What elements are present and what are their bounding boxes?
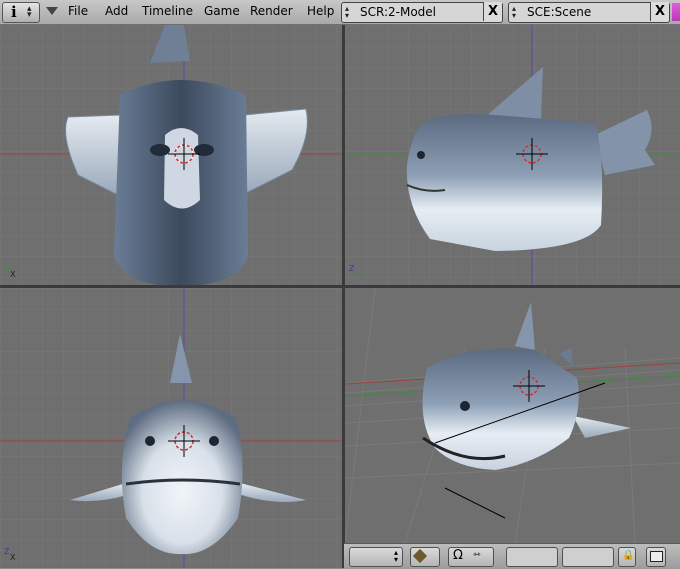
screen-name[interactable]: SCR:2-Model: [360, 5, 436, 19]
info-window-button[interactable]: i ▴ ▾: [2, 2, 40, 23]
blender-logo-icon: [672, 3, 680, 21]
pivot-icon: Ω: [453, 548, 463, 563]
3d-view-header: ▴ ▾ Ω ⇿ 🔒: [344, 543, 680, 569]
layer-buttons-group-1[interactable]: [506, 547, 558, 567]
front-view-viewport[interactable]: Z X: [0, 288, 342, 568]
top-view-viewport[interactable]: Y X: [0, 25, 342, 285]
lock-layers-button[interactable]: 🔒: [618, 547, 636, 567]
updown-arrow-icon: ▴ ▾: [27, 4, 32, 20]
updown-arrow-icon[interactable]: ▴ ▾: [345, 5, 349, 20]
updown-arrow-icon[interactable]: ▴ ▾: [512, 5, 516, 20]
menu-game[interactable]: Game: [204, 4, 240, 18]
pivot-dropdown[interactable]: Ω ⇿: [448, 547, 494, 567]
screen-selector[interactable]: ▴ ▾ SCR:2-Model X: [341, 2, 503, 23]
side-view-viewport[interactable]: Z Y: [345, 25, 680, 285]
axis-x-label: X: [10, 553, 16, 562]
solid-draw-icon: [412, 548, 428, 564]
scene-name[interactable]: SCE:Scene: [527, 5, 591, 19]
view-mode-dropdown[interactable]: ▴ ▾: [349, 547, 403, 567]
layer-buttons-group-2[interactable]: [562, 547, 614, 567]
draw-type-dropdown[interactable]: [410, 547, 440, 567]
updown-arrow-icon: ▴ ▾: [393, 548, 398, 564]
menu-file[interactable]: File: [68, 4, 88, 18]
menu-timeline[interactable]: Timeline: [142, 4, 193, 18]
menu-add[interactable]: Add: [105, 4, 128, 18]
axis-y-label: Y: [3, 264, 9, 273]
axis-y-label: Y: [354, 270, 360, 279]
menu-render[interactable]: Render: [250, 4, 293, 18]
scene-selector[interactable]: ▴ ▾ SCE:Scene X: [508, 2, 670, 23]
delete-screen-button[interactable]: X: [483, 2, 502, 21]
collapse-menu-triangle-icon[interactable]: [46, 7, 58, 15]
image-icon: [650, 551, 663, 562]
axis-x-label: X: [10, 270, 16, 279]
delete-scene-button[interactable]: X: [650, 2, 669, 21]
info-icon: i: [11, 3, 17, 21]
perspective-viewport[interactable]: [345, 288, 680, 543]
render-preview-button[interactable]: [646, 547, 666, 567]
lock-icon: 🔒: [622, 550, 635, 561]
viewport-divider-vertical[interactable]: [342, 25, 345, 568]
top-menu-bar: i ▴ ▾ File Add Timeline Game Render Help …: [0, 0, 680, 25]
viewport-divider-horizontal[interactable]: [0, 285, 680, 288]
transform-widget-icon: ⇿: [473, 550, 481, 560]
menu-help[interactable]: Help: [307, 4, 334, 18]
